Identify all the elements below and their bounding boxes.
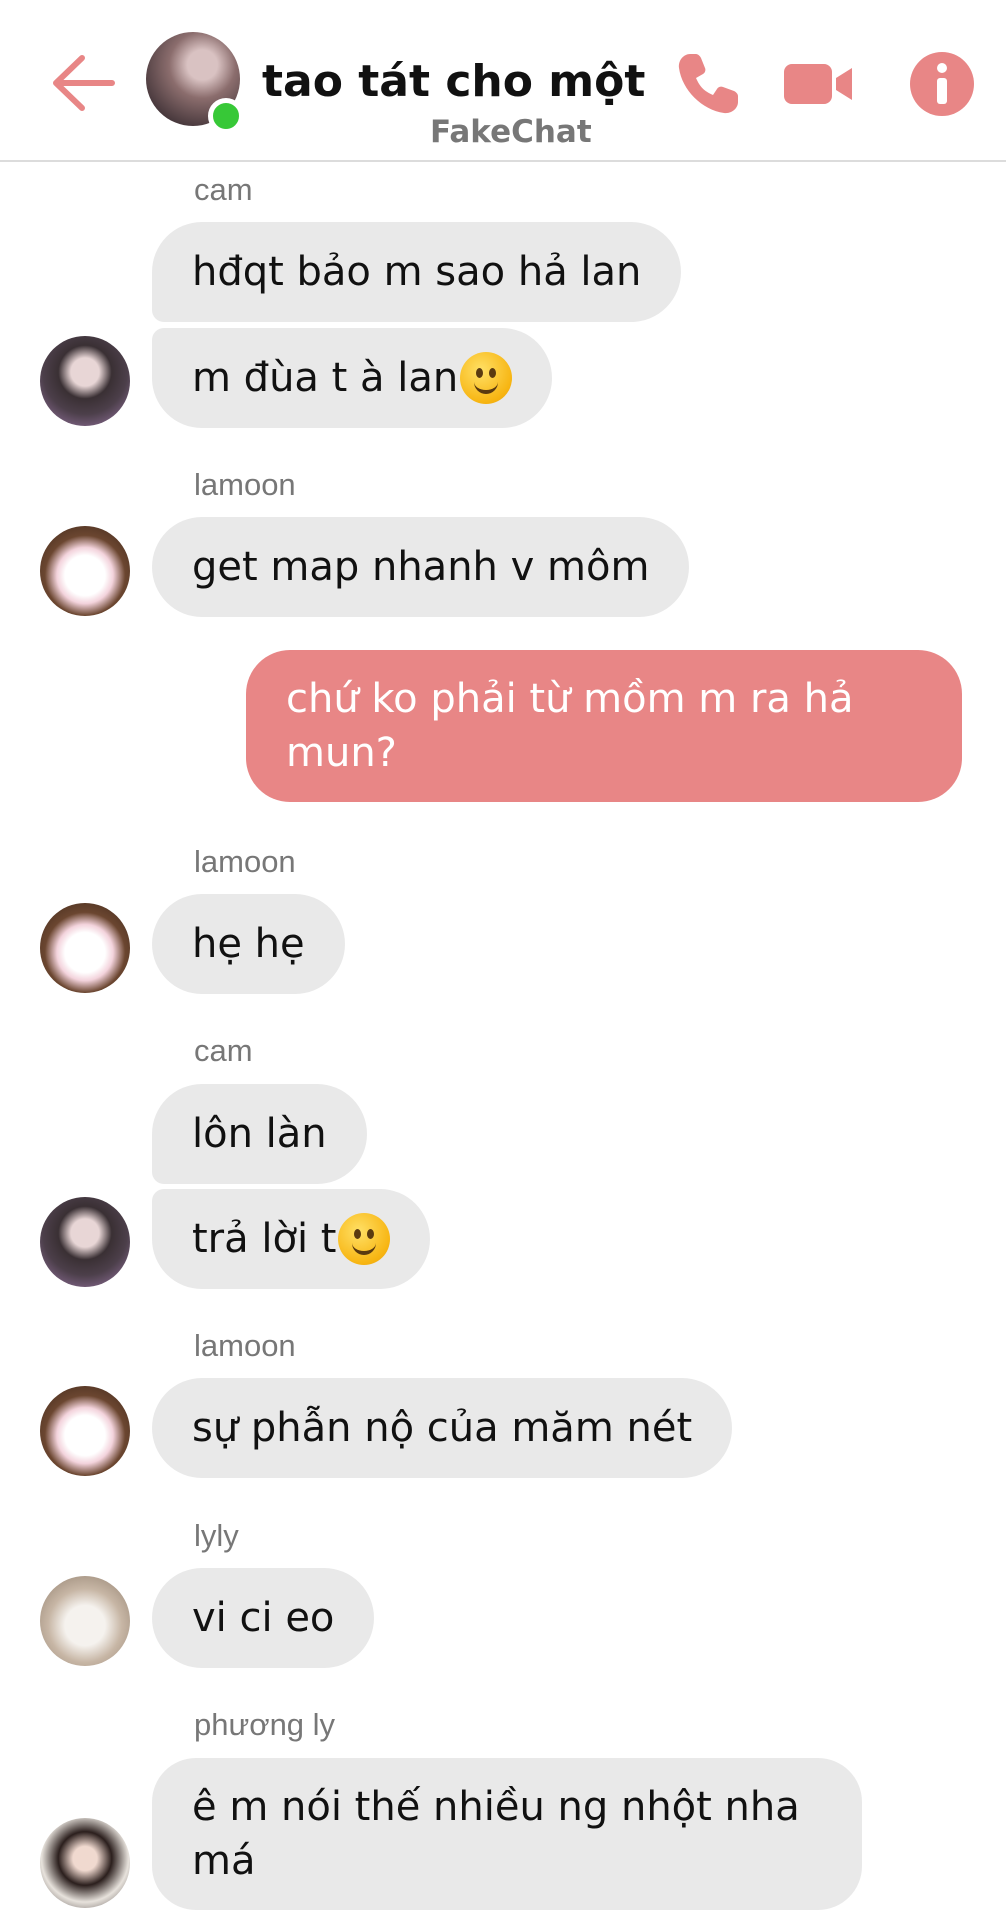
- message-text: m đùa t à lan: [192, 355, 459, 401]
- sender-name: cam: [194, 1033, 253, 1068]
- slightly-smiling-face-icon: [338, 1213, 391, 1265]
- sender-name: lyly: [194, 1518, 239, 1553]
- message-bubble[interactable]: hđqt bảo m sao hả lan: [152, 222, 682, 322]
- message-bubble[interactable]: vi ci eo: [152, 1568, 375, 1668]
- message-bubble[interactable]: hẹ hẹ: [152, 894, 345, 994]
- back-arrow-icon[interactable]: [48, 48, 118, 118]
- online-status-dot: [208, 98, 244, 134]
- message-bubble[interactable]: lôn làn: [152, 1084, 367, 1184]
- video-camera-icon[interactable]: [778, 44, 858, 124]
- message-bubble-outgoing[interactable]: chứ ko phải từ mồm m ra hả mun?: [246, 650, 962, 802]
- sender-name: lamoon: [194, 467, 296, 502]
- message-bubble[interactable]: m đùa t à lan: [152, 328, 553, 428]
- message-bubble[interactable]: trả lời t: [152, 1189, 431, 1289]
- avatar[interactable]: [40, 1818, 130, 1908]
- avatar[interactable]: [40, 336, 130, 426]
- chat-header: tao tát cho một ... FakeChat: [0, 0, 1006, 162]
- app-name: FakeChat: [430, 114, 592, 150]
- slightly-smiling-face-icon: [460, 352, 513, 404]
- avatar[interactable]: [40, 1576, 130, 1666]
- message-bubble[interactable]: ê m nói thế nhiều ng nhột nha má: [152, 1758, 862, 1910]
- sender-name: lamoon: [194, 844, 296, 879]
- sender-name: lamoon: [194, 1328, 296, 1363]
- chat-title[interactable]: tao tát cho một ...: [262, 48, 652, 116]
- avatar[interactable]: [40, 903, 130, 993]
- message-bubble[interactable]: sự phẫn nộ của măm nét: [152, 1378, 733, 1478]
- message-bubble[interactable]: get map nhanh v môm: [152, 517, 690, 617]
- phone-icon[interactable]: [668, 44, 748, 124]
- avatar[interactable]: [40, 1386, 130, 1476]
- avatar[interactable]: [40, 1197, 130, 1287]
- info-icon[interactable]: [902, 44, 982, 124]
- message-text: trả lời t: [192, 1216, 337, 1262]
- sender-name: cam: [194, 172, 253, 207]
- avatar[interactable]: [40, 526, 130, 616]
- sender-name: phương ly: [194, 1707, 336, 1742]
